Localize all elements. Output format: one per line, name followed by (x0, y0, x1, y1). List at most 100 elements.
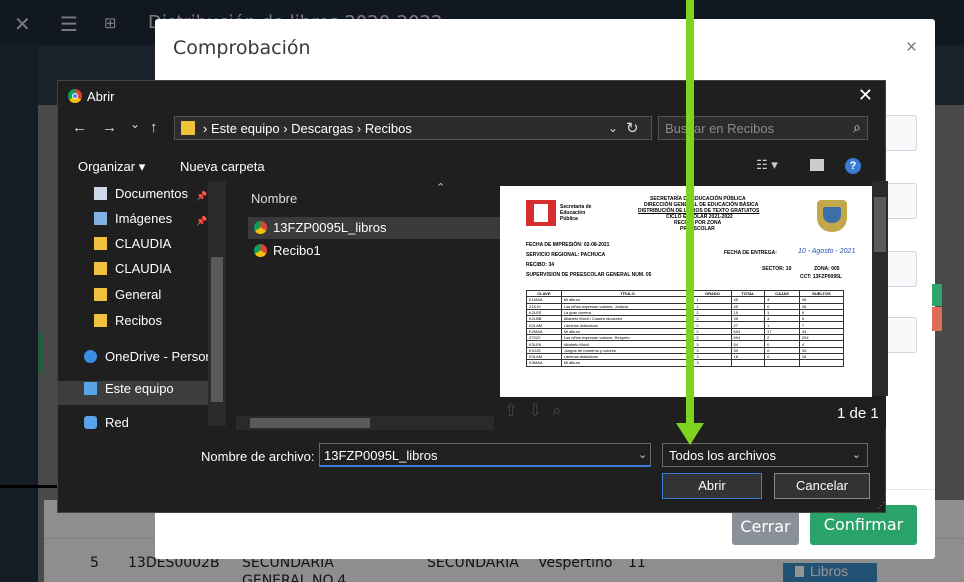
nav-item-red[interactable]: Red (58, 415, 208, 439)
chevron-down-icon[interactable]: ⌄ (638, 448, 647, 461)
sort-chevron-icon: ⌃ (436, 182, 446, 194)
file-list: Nombre ⌃ 13FZP0095L_libros Recibo1 (236, 181, 506, 421)
side-green-button[interactable] (932, 284, 942, 306)
doc-supervision: SUPERVISION DE PREESCOLAR GENERAL NUM. 0… (526, 272, 652, 278)
file-item-13fzp0095l-libros[interactable]: 13FZP0095L_libros (248, 217, 506, 239)
chevron-down-icon[interactable]: ⌄ (608, 121, 618, 135)
nav-item-label: Imágenes (115, 211, 173, 226)
nav-item-imagenes[interactable]: Imágenes 📌 (58, 211, 208, 235)
nav-item-label: Recibos (115, 313, 162, 328)
network-icon (84, 416, 97, 429)
cerrar-button[interactable]: Cerrar (732, 509, 799, 545)
breadcrumb[interactable]: › Este equipo › Descargas › Recibos (203, 121, 412, 136)
doc-zona: ZONA: 005 (814, 266, 840, 272)
nav-item-recibos[interactable]: Recibos (58, 313, 208, 337)
doc-recibo: RECIBO: 34 (526, 262, 555, 268)
filename-input[interactable]: 13FZP0095L_libros ⌄ (319, 443, 651, 467)
doc-table-cell (798, 359, 845, 367)
this-pc-icon (84, 382, 97, 395)
nav-item-label: Red (105, 415, 129, 430)
page-indicator: 1 de 1 (837, 405, 879, 422)
organize-menu[interactable]: Organizar ▾ (78, 159, 145, 175)
side-red-button[interactable] (932, 307, 942, 331)
modal-title: Comprobación (173, 37, 311, 59)
view-options-icon[interactable]: ☷ ▾ (756, 157, 778, 173)
file-name: 13FZP0095L_libros (273, 220, 387, 235)
annotation-arrow-head (676, 423, 704, 445)
nav-item-label: Este equipo (105, 381, 174, 396)
zoom-icon[interactable]: ⌕ (552, 401, 562, 421)
refresh-icon[interactable]: ↻ (626, 119, 639, 137)
recent-locations-icon[interactable]: ⌄ (130, 117, 140, 131)
nav-item-label: Documentos (115, 186, 188, 201)
doc-table-cell: K3MAA (526, 359, 562, 367)
file-item-recibo1[interactable]: Recibo1 (248, 240, 506, 262)
file-list-hscrollbar[interactable] (236, 416, 494, 430)
onedrive-icon (84, 350, 97, 363)
open-button[interactable]: Abrir (662, 473, 762, 499)
nav-item-label: CLAUDIA (115, 261, 172, 276)
folder-icon (94, 314, 107, 327)
preview-scroll-thumb[interactable] (874, 197, 886, 252)
nav-item-general[interactable]: General (58, 287, 208, 311)
nav-item-onedrive[interactable]: OneDrive - Persor (58, 349, 208, 373)
sep-logo (526, 200, 556, 226)
logo-text: Secretaría de Educación Pública (560, 204, 592, 222)
doc-cct: CCT: 13FZP0095L (800, 274, 842, 280)
chrome-file-icon (254, 244, 267, 257)
back-arrow-icon[interactable]: ← (72, 119, 87, 136)
search-icon: ⌕ (853, 119, 861, 135)
new-folder-button[interactable]: Nueva carpeta (180, 159, 265, 174)
nav-item-label: General (115, 287, 162, 302)
help-icon[interactable]: ? (845, 158, 861, 174)
images-icon (94, 212, 107, 225)
state-crest (817, 200, 847, 232)
address-bar[interactable]: › Este equipo › Descargas › Recibos ⌄ ↻ (174, 116, 652, 140)
doc-table: CLAVE TÍTULO GRADO TOTAL CAJAS SUELTOS K1MAA M… (526, 289, 845, 367)
doc-table-cell: Mi álbum (560, 359, 695, 367)
dialog-close-icon[interactable]: ✕ (858, 85, 873, 106)
resize-grip-icon[interactable]: ⋰ (877, 501, 885, 510)
column-header-name[interactable]: Nombre (251, 191, 297, 206)
cancel-button[interactable]: Cancelar (774, 473, 870, 499)
preview-scrollbar[interactable] (872, 181, 888, 396)
doc-fecha-entrega: FECHA DE ENTREGA: (724, 250, 777, 256)
doc-sector: SECTOR: 10 (762, 266, 792, 272)
annotation-arrow-shaft (686, 0, 694, 425)
nav-item-documentos[interactable]: Documentos 📌 (58, 186, 208, 210)
dialog-titlebar: Abrir (68, 89, 114, 104)
hscroll-thumb[interactable] (250, 418, 370, 428)
filetype-value: Todos los archivos (669, 448, 776, 463)
doc-table-row: K3MAA Mi álbum 3 (526, 359, 845, 367)
doc-table-cell (764, 359, 800, 367)
forward-arrow-icon[interactable]: → (102, 119, 117, 136)
pin-icon: 📌 (196, 216, 208, 226)
nav-item-label: CLAUDIA (115, 236, 172, 251)
folder-icon (94, 237, 107, 250)
nav-scroll-thumb[interactable] (211, 257, 223, 402)
folder-icon (94, 288, 107, 301)
up-arrow-icon[interactable]: ↑ (150, 119, 158, 136)
nav-item-este-equipo[interactable]: Este equipo (58, 381, 208, 405)
doc-fecha-impresion: FECHA DE IMPRESIÓN: 02-08-2021 (526, 242, 610, 248)
documents-icon (94, 187, 107, 200)
nav-scrollbar[interactable] (208, 181, 226, 426)
chevron-down-icon: ⌄ (851, 449, 861, 461)
pin-icon: 📌 (196, 191, 208, 201)
doc-fecha-entrega-handwritten: 10 - Agosto - 2021 (798, 248, 856, 255)
folder-icon (181, 121, 195, 135)
doc-table-body: K1MAA Mi álbum 1 45 3 45 Z1K10 Los niños expres… (526, 296, 845, 367)
page-down-icon[interactable]: ⇩ (528, 401, 542, 421)
filetype-select[interactable]: Todos los archivos ⌄ (662, 443, 868, 467)
doc-table-cell: 3 (693, 359, 732, 367)
nav-item-claudia-2[interactable]: CLAUDIA (58, 261, 208, 285)
doc-servicio: SERVICIO REGIONAL: PACHUCA (526, 252, 606, 258)
filename-label: Nombre de archivo: (201, 449, 315, 464)
nav-item-claudia-1[interactable]: CLAUDIA (58, 236, 208, 260)
page-up-icon[interactable]: ⇧ (504, 401, 518, 421)
nav-item-label: OneDrive - Persor (105, 349, 208, 364)
folder-icon (94, 262, 107, 275)
modal-close-icon[interactable]: × (906, 37, 917, 59)
preview-pane-icon[interactable] (810, 159, 824, 171)
filename-value: 13FZP0095L_libros (324, 448, 438, 463)
